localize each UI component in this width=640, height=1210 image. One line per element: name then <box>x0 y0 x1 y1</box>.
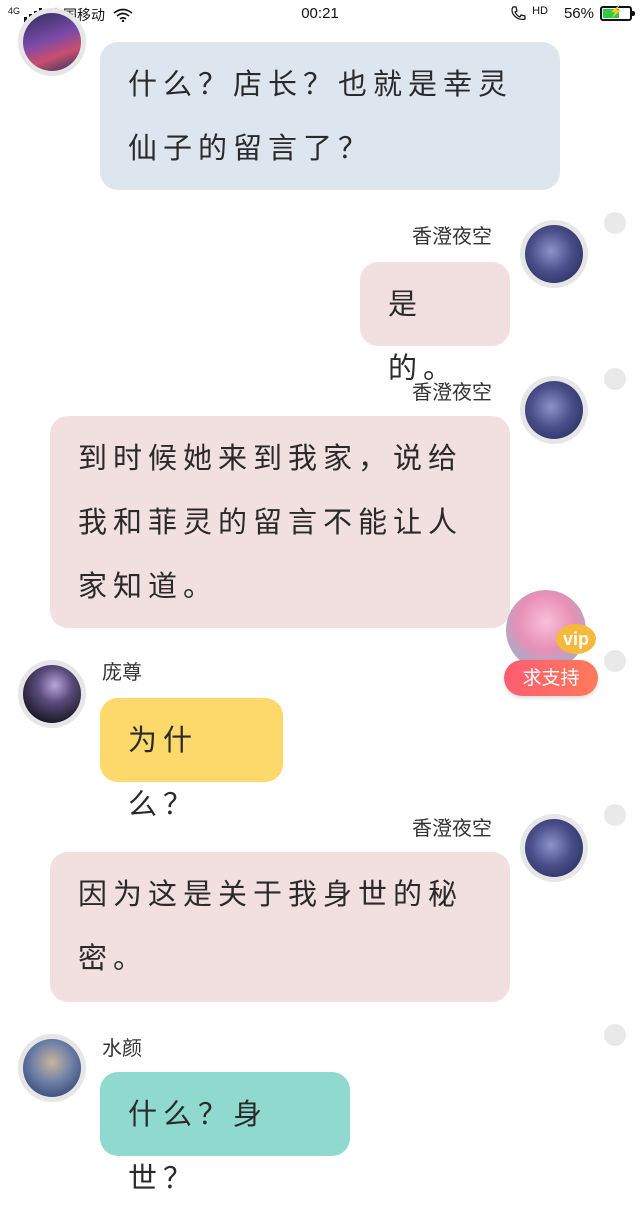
vip-badge: vip <box>556 624 596 654</box>
message-text: 为什么？ <box>128 723 199 821</box>
message-text: 是的。 <box>388 287 459 385</box>
status-dot <box>604 368 626 390</box>
sender-name: 水颜 <box>102 1036 142 1060</box>
avatar[interactable] <box>520 220 588 288</box>
sender-name: 香澄夜空 <box>412 380 492 404</box>
avatar-image <box>23 1039 81 1097</box>
status-dot <box>604 212 626 234</box>
avatar[interactable] <box>18 660 86 728</box>
avatar[interactable] <box>18 8 86 76</box>
status-dot <box>604 650 626 672</box>
support-widget[interactable]: vip 求支持 <box>504 590 600 702</box>
status-dot <box>604 804 626 826</box>
avatar-image <box>23 13 81 71</box>
support-button[interactable]: 求支持 <box>504 660 598 696</box>
message-bubble[interactable]: 为什么？ <box>100 698 283 821</box>
avatar-image <box>525 225 583 283</box>
message-bubble[interactable]: 什么？店长？也就是幸灵仙子的留言了？ <box>100 42 560 190</box>
sender-name: 香澄夜空 <box>412 224 492 248</box>
status-dot <box>604 1024 626 1046</box>
message-text: 什么？店长？也就是幸灵仙子的留言了？ <box>128 67 514 165</box>
status-bar: 4G 中国移动 00:21 HD 56% ⚡ <box>0 0 640 30</box>
hd-label: HD <box>532 4 548 17</box>
message-text: 什么？身世？ <box>128 1097 269 1195</box>
avatar[interactable] <box>18 1034 86 1102</box>
battery-percent: 56% <box>563 5 594 22</box>
call-icon <box>511 5 526 20</box>
avatar[interactable] <box>520 814 588 882</box>
sender-name: 香澄夜空 <box>412 816 492 840</box>
message-text: 到时候她来到我家，说给我和菲灵的留言不能让人家知道。 <box>78 441 464 603</box>
message-bubble[interactable]: 到时候她来到我家，说给我和菲灵的留言不能让人家知道。 <box>50 416 510 628</box>
message-text: 因为这是关于我身世的秘密。 <box>78 877 464 975</box>
avatar[interactable] <box>520 376 588 444</box>
battery-icon: ⚡ <box>600 6 635 21</box>
avatar-image <box>525 819 583 877</box>
avatar-image <box>525 381 583 439</box>
message-bubble[interactable]: 什么？身世？ <box>100 1072 350 1195</box>
message-bubble[interactable]: 是的。 <box>360 262 510 385</box>
avatar-image <box>23 665 81 723</box>
message-bubble[interactable]: 因为这是关于我身世的秘密。 <box>50 852 510 1002</box>
sender-name: 庞尊 <box>102 660 142 684</box>
